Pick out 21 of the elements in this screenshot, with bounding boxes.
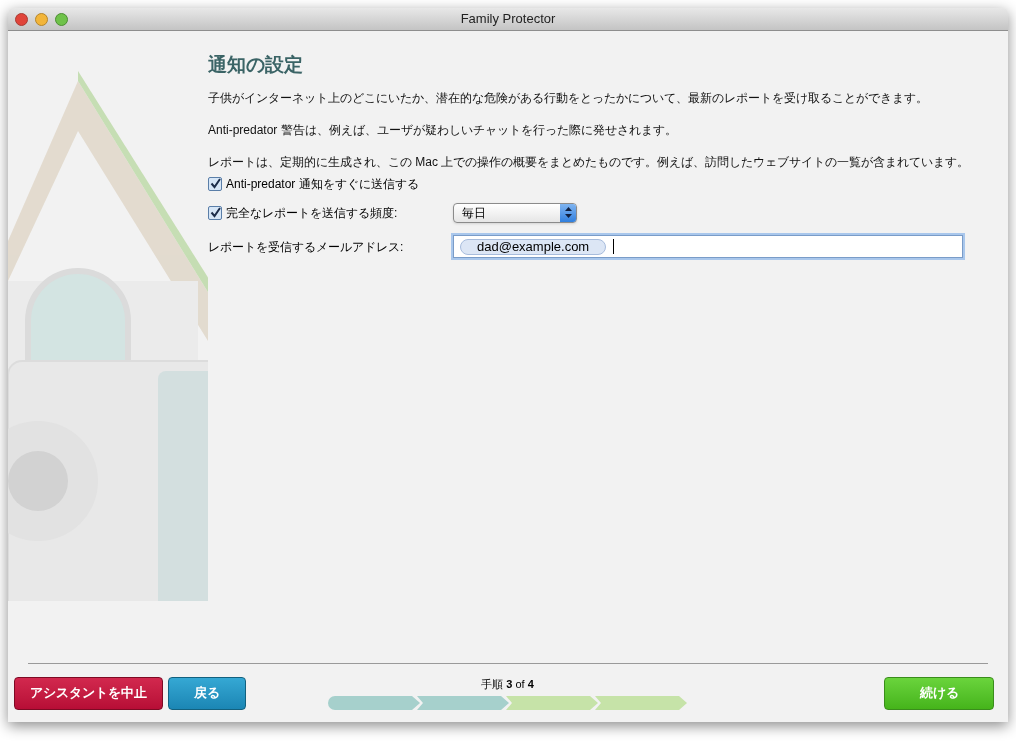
minimize-button[interactable]	[35, 12, 48, 26]
checkmark-icon	[209, 207, 221, 218]
option-label: レポートを受信するメールアドレス:	[208, 238, 405, 256]
step-counter: 手順 3 of 4	[481, 677, 534, 693]
checkmark-icon	[209, 178, 221, 189]
description-text: 子供がインターネット上のどこにいたか、潜在的な危険がある行動をとったかについて、最新のレポートを受け取ることができます。	[208, 89, 929, 106]
description-text: レポートは、定期的に生成され、この Mac 上での操作の概要をまとめたものです。例えば、訪問したウェブサイトの一覧が含まれています。	[208, 153, 971, 170]
zoom-button[interactable]	[55, 12, 68, 26]
option-label: 完全なレポートを送信する頻度:	[226, 204, 398, 222]
stepper-icon	[560, 203, 576, 222]
checkbox[interactable]	[208, 205, 222, 220]
option-label: Anti-predator 通知をすぐに送信する	[226, 175, 419, 193]
email-token[interactable]: dad@example.com	[460, 238, 607, 255]
email-field[interactable]: dad@example.com	[453, 235, 963, 258]
checkbox[interactable]	[208, 176, 222, 191]
description-text: Anti-predator 警告は、例えば、ユーザが疑わしいチャットを行った際に発せされます。	[208, 121, 678, 138]
close-button[interactable]	[15, 12, 28, 26]
cancel-assistant-button[interactable]: アシスタントを中止	[14, 676, 163, 710]
window-title: Family Protector	[460, 10, 556, 29]
frequency-dropdown[interactable]: 毎日	[453, 202, 577, 223]
page-heading: 通知の設定	[208, 53, 304, 77]
